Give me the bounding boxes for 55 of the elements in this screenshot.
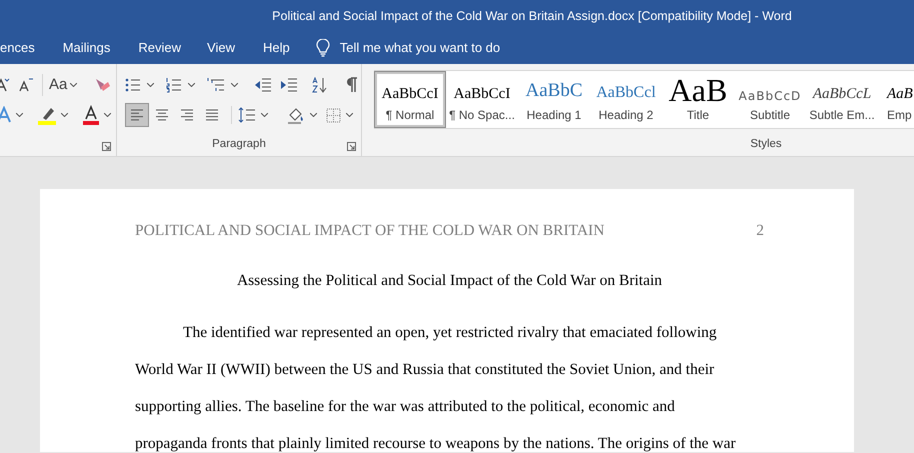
style-item[interactable]: AaBbCcI ¶ No Spac... — [446, 71, 518, 128]
align-center-icon — [155, 108, 169, 122]
caret-icon[interactable] — [188, 83, 195, 87]
caret-icon[interactable] — [310, 113, 317, 117]
dialog-launcher-icon[interactable] — [347, 142, 356, 151]
text-effects-icon[interactable] — [0, 106, 12, 124]
dialog-launcher-icon[interactable] — [102, 142, 111, 151]
caret-icon[interactable] — [346, 113, 353, 117]
caret-icon — [70, 83, 78, 87]
body-paragraph: The identified war represented an open, yet restricted rivalry that emaciated following World War II (WWII) between the US and Russia that constituted the Soviet Union, and their supporting allies. The baseline for the war was attributed to the political, economic and propaganda fronts that plainly limited recourse to weapons by the nations. The origins of the war — [135, 324, 737, 452]
caret-icon[interactable] — [231, 83, 238, 87]
highlighter-icon[interactable] — [37, 105, 57, 125]
page-number: 2 — [756, 221, 764, 241]
ribbon-tab[interactable]: Help — [256, 32, 296, 64]
ribbon-tab[interactable]: ences — [0, 32, 41, 64]
document-title: Assessing the Political and Social Impact of the Cold War on Britain — [236, 271, 664, 292]
multilevel-list-icon[interactable] — [207, 77, 225, 93]
style-item[interactable]: AaB Emp — [878, 71, 914, 128]
numbering-icon[interactable] — [166, 77, 182, 93]
caret-icon[interactable] — [61, 113, 68, 117]
eraser-icon[interactable] — [93, 76, 112, 94]
borders-icon[interactable] — [326, 108, 341, 122]
page-header: POLITICAL AND SOCIAL IMPACT OF THE COLD WAR ON BRITAIN — [135, 221, 604, 241]
decrease-indent-icon[interactable] — [254, 78, 272, 92]
align-justify-icon — [205, 108, 219, 122]
ribbon-tab[interactable]: Mailings — [56, 32, 116, 64]
bullets-icon[interactable] — [125, 77, 141, 93]
grow-font-icon[interactable] — [18, 77, 34, 93]
align-left-button[interactable] — [125, 103, 149, 127]
caret-icon[interactable] — [261, 113, 268, 117]
lightbulb-icon — [316, 39, 330, 57]
style-item[interactable]: AaBbCcD Subtitle — [734, 71, 806, 128]
style-item[interactable]: AaBbCcL Subtle Em... — [806, 71, 878, 128]
style-item[interactable]: AaBbCcI ¶ Normal — [374, 71, 446, 128]
change-case-button[interactable]: Aa — [42, 74, 78, 96]
tell-me-field[interactable]: Tell me what you want to do — [340, 38, 540, 58]
style-item[interactable]: AaB Title — [662, 71, 734, 128]
align-left-icon — [130, 108, 144, 122]
align-right-icon — [180, 108, 194, 122]
caret-icon[interactable] — [16, 113, 23, 117]
ribbon-tab[interactable]: View — [201, 32, 241, 64]
style-item[interactable]: AaBbCcl Heading 2 — [590, 71, 662, 128]
style-item[interactable]: AaBbC Heading 1 — [518, 71, 590, 128]
ribbon-tab[interactable]: Review — [132, 32, 188, 64]
shading-icon[interactable] — [287, 106, 305, 124]
sort-icon[interactable] — [312, 77, 328, 93]
window-title: Political and Social Impact of the Cold War on Britain Assign.docx [Compatibility Mode] - Word — [272, 8, 792, 25]
increase-indent-icon[interactable] — [280, 78, 298, 92]
font-color-icon[interactable] — [82, 105, 100, 125]
group-label: Styles — [749, 136, 783, 152]
pilcrow-icon[interactable] — [346, 77, 358, 93]
caret-icon[interactable] — [147, 83, 154, 87]
line-spacing-icon[interactable] — [238, 107, 256, 123]
caret-icon[interactable] — [104, 113, 111, 117]
group-label: Paragraph — [211, 136, 267, 152]
